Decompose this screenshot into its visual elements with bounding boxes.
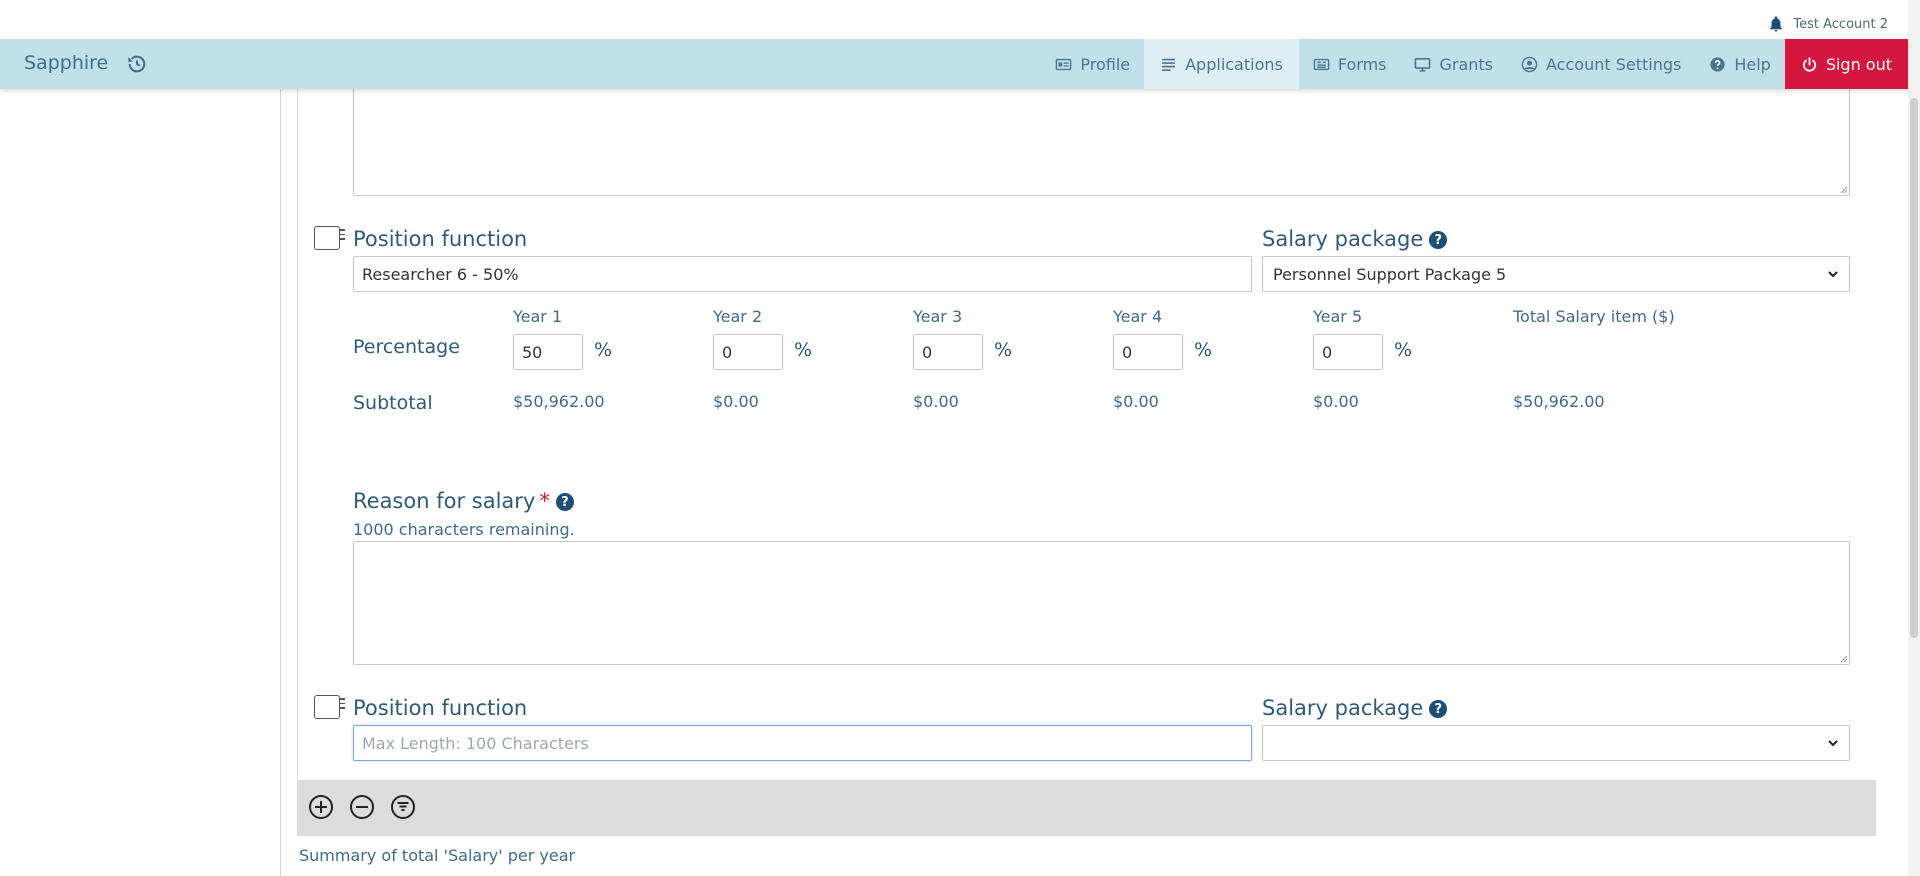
subtotal-label: Subtotal: [353, 392, 433, 414]
monitor-icon: [1415, 57, 1431, 72]
chevron-down-icon: [1828, 740, 1838, 747]
total-salary-value: $50,962.00: [1513, 392, 1605, 411]
reason-label-text: Reason for salary: [353, 489, 536, 513]
total-salary-header: Total Salary item ($): [1513, 307, 1675, 326]
characters-remaining: 1000 characters remaining.: [353, 520, 575, 539]
salary-summary-heading: Summary of total 'Salary' per year: [299, 846, 576, 865]
scrollbar-thumb[interactable]: [1910, 98, 1918, 638]
main-navbar: Sapphire Profile Applications Forms Gran…: [0, 39, 1908, 89]
help-icon[interactable]: ?: [1429, 231, 1448, 249]
help-icon[interactable]: ?: [555, 493, 574, 511]
nav-profile-label: Profile: [1080, 54, 1131, 74]
position-2-function-label: Position function: [353, 696, 528, 720]
nav-help[interactable]: Help: [1695, 39, 1784, 89]
position-2-function-input[interactable]: [353, 725, 1252, 761]
position-2-salary-select[interactable]: [1262, 725, 1850, 761]
percent-sign: %: [594, 339, 613, 361]
history-icon[interactable]: [126, 53, 148, 75]
checkbox-lines-icon: [340, 229, 345, 243]
nav-grants-label: Grants: [1439, 54, 1494, 74]
year-2-header: Year 2: [713, 307, 763, 326]
remove-row-icon[interactable]: [349, 794, 375, 820]
help-icon[interactable]: ?: [1429, 700, 1448, 718]
year-5-subtotal: $0.00: [1313, 392, 1359, 411]
top-strip: Test Account 2: [0, 0, 1920, 39]
year-2-subtotal: $0.00: [713, 392, 759, 411]
resize-handle-icon[interactable]: [1839, 185, 1847, 193]
id-card-icon: [1056, 58, 1072, 70]
newspaper-icon: [1313, 58, 1330, 70]
chevron-down-icon: [1828, 271, 1838, 278]
nav-grants[interactable]: Grants: [1400, 39, 1507, 89]
percentage-label: Percentage: [353, 336, 460, 358]
percent-sign: %: [794, 339, 813, 361]
sign-out-label: Sign out: [1825, 54, 1892, 74]
percent-sign: %: [1194, 339, 1213, 361]
required-marker: *: [539, 489, 550, 513]
nav-applications[interactable]: Applications: [1144, 39, 1299, 89]
year-4-subtotal: $0.00: [1113, 392, 1159, 411]
reason-for-salary-label: Reason for salary *?: [353, 489, 574, 513]
nav-forms-label: Forms: [1337, 54, 1387, 74]
question-circle-icon: [1710, 56, 1725, 72]
filter-icon[interactable]: [390, 794, 416, 820]
nav-account-settings[interactable]: Account Settings: [1507, 39, 1695, 89]
salary-label-text: Salary package: [1262, 227, 1424, 251]
year-1-percent-input[interactable]: 50: [513, 334, 583, 370]
year-5-header: Year 5: [1313, 307, 1363, 326]
add-row-icon[interactable]: [308, 794, 334, 820]
year-5-percent-input[interactable]: 0: [1313, 334, 1383, 370]
power-icon: [1802, 56, 1816, 72]
checkbox-lines-icon: [340, 698, 345, 712]
year-1-header: Year 1: [513, 307, 563, 326]
bell-icon[interactable]: [1767, 15, 1785, 33]
list-icon: [1162, 58, 1175, 71]
position-1-function-label: Position function: [353, 227, 528, 251]
row-toolbar: [297, 780, 1876, 836]
nav-account-settings-label: Account Settings: [1546, 54, 1682, 74]
account-menu[interactable]: Test Account 2: [1767, 15, 1888, 33]
sign-out-button[interactable]: Sign out: [1784, 39, 1908, 89]
year-3-percent-input[interactable]: 0: [913, 334, 983, 370]
position-2-checkbox[interactable]: [314, 695, 345, 719]
position-1-checkbox[interactable]: [314, 226, 345, 250]
year-3-subtotal: $0.00: [913, 392, 959, 411]
percent-sign: %: [1394, 339, 1413, 361]
panel-divider: [297, 89, 298, 779]
salary-label-text: Salary package: [1262, 696, 1424, 720]
year-2-percent-input[interactable]: 0: [713, 334, 783, 370]
user-circle-icon: [1521, 56, 1538, 72]
nav-applications-label: Applications: [1185, 54, 1283, 74]
reason-for-salary-textarea[interactable]: [353, 541, 1850, 665]
previous-reason-textarea[interactable]: [353, 80, 1850, 196]
percent-sign: %: [994, 339, 1013, 361]
nav-help-label: Help: [1734, 54, 1771, 74]
sidebar-divider: [280, 89, 281, 876]
resize-handle-icon[interactable]: [1839, 654, 1847, 662]
nav-forms[interactable]: Forms: [1299, 39, 1401, 89]
year-4-header: Year 4: [1113, 307, 1163, 326]
position-2-salary-label: Salary package?: [1262, 696, 1448, 720]
position-1-salary-select[interactable]: Personnel Support Package 5: [1262, 256, 1850, 292]
position-1-salary-label: Salary package?: [1262, 227, 1448, 251]
year-1-subtotal: $50,962.00: [513, 392, 605, 411]
salary-select-value: Personnel Support Package 5: [1273, 264, 1507, 284]
account-name[interactable]: Test Account 2: [1793, 17, 1888, 32]
year-3-header: Year 3: [913, 307, 963, 326]
year-4-percent-input[interactable]: 0: [1113, 334, 1183, 370]
nav-profile[interactable]: Profile: [1041, 39, 1144, 89]
brand-name[interactable]: Sapphire: [24, 52, 108, 74]
position-1-function-input[interactable]: [353, 256, 1252, 292]
